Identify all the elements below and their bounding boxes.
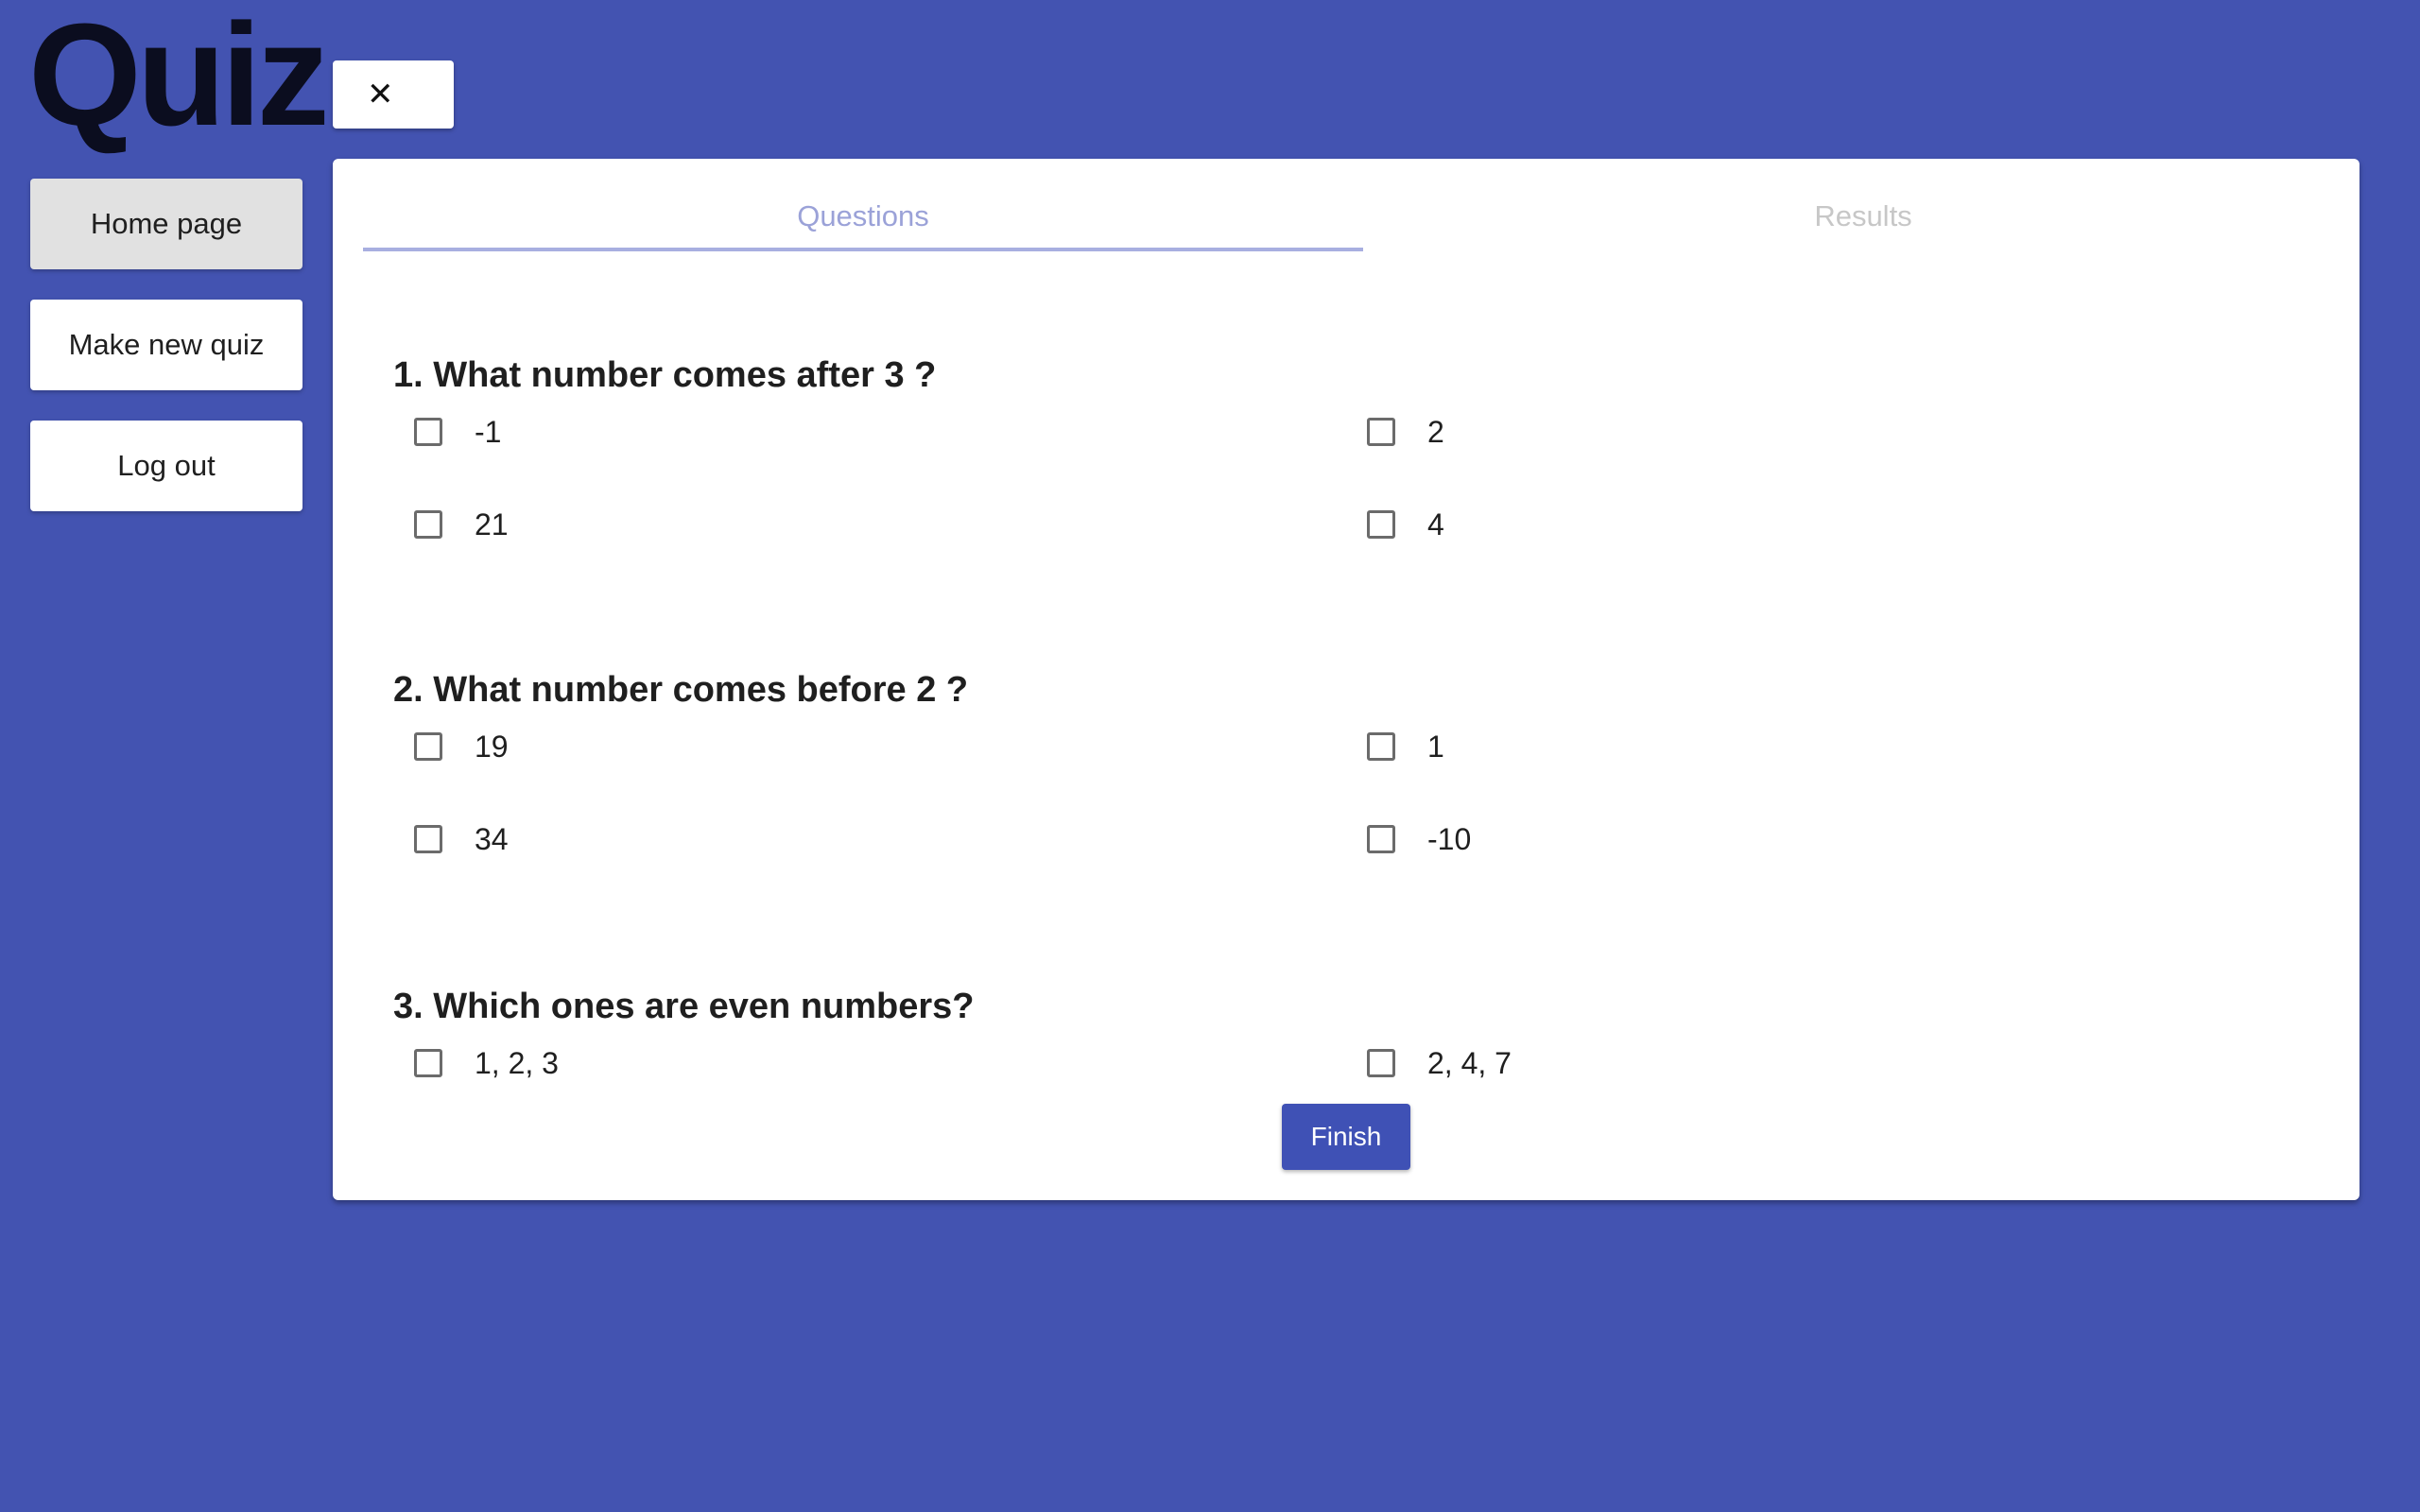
checkbox[interactable] (1367, 732, 1395, 761)
option-label: 2, 4, 7 (1427, 1045, 1512, 1080)
close-button[interactable]: ✕ (333, 60, 454, 129)
question-text: 1. What number comes after 3 ? (393, 355, 937, 395)
answer-option[interactable]: 2 (1346, 408, 1444, 455)
answer-option[interactable]: -10 (1346, 816, 1471, 863)
answer-option[interactable]: 1 (1346, 723, 1444, 770)
option-label: 21 (475, 507, 509, 541)
answer-option[interactable]: 34 (393, 816, 509, 863)
option-label: 4 (1427, 507, 1444, 541)
option-label: 2 (1427, 414, 1444, 449)
log-out-button[interactable]: Log out (30, 421, 302, 511)
answer-option[interactable]: 2, 4, 7 (1346, 1040, 1512, 1087)
answer-option[interactable]: 1, 2, 3 (393, 1040, 559, 1087)
home-page-button[interactable]: Home page (30, 179, 302, 269)
make-new-quiz-button[interactable]: Make new quiz (30, 300, 302, 390)
tab-questions[interactable]: Questions (363, 185, 1363, 251)
checkbox[interactable] (414, 510, 442, 539)
app-title: Quiz (28, 0, 330, 156)
quiz-card: Questions Results 1. What number comes a… (333, 159, 2360, 1200)
option-label: 34 (475, 821, 509, 856)
tab-results[interactable]: Results (1363, 185, 2363, 248)
close-icon: ✕ (367, 76, 394, 113)
answer-option[interactable]: 21 (393, 501, 509, 548)
answer-option[interactable]: -1 (393, 408, 501, 455)
option-label: -1 (475, 414, 502, 449)
finish-button[interactable]: Finish (1282, 1104, 1410, 1170)
question-text: 3. Which ones are even numbers? (393, 987, 975, 1026)
option-label: -10 (1427, 821, 1472, 856)
option-label: 1, 2, 3 (475, 1045, 559, 1080)
checkbox[interactable] (1367, 825, 1395, 853)
checkbox[interactable] (1367, 510, 1395, 539)
option-label: 19 (475, 729, 509, 764)
answer-option[interactable]: 4 (1346, 501, 1444, 548)
checkbox[interactable] (1367, 418, 1395, 446)
checkbox[interactable] (414, 418, 442, 446)
checkbox[interactable] (414, 1049, 442, 1077)
option-label: 1 (1427, 729, 1444, 764)
checkbox[interactable] (414, 825, 442, 853)
answer-option[interactable]: 19 (393, 723, 509, 770)
question-text: 2. What number comes before 2 ? (393, 670, 969, 710)
checkbox[interactable] (414, 732, 442, 761)
checkbox[interactable] (1367, 1049, 1395, 1077)
